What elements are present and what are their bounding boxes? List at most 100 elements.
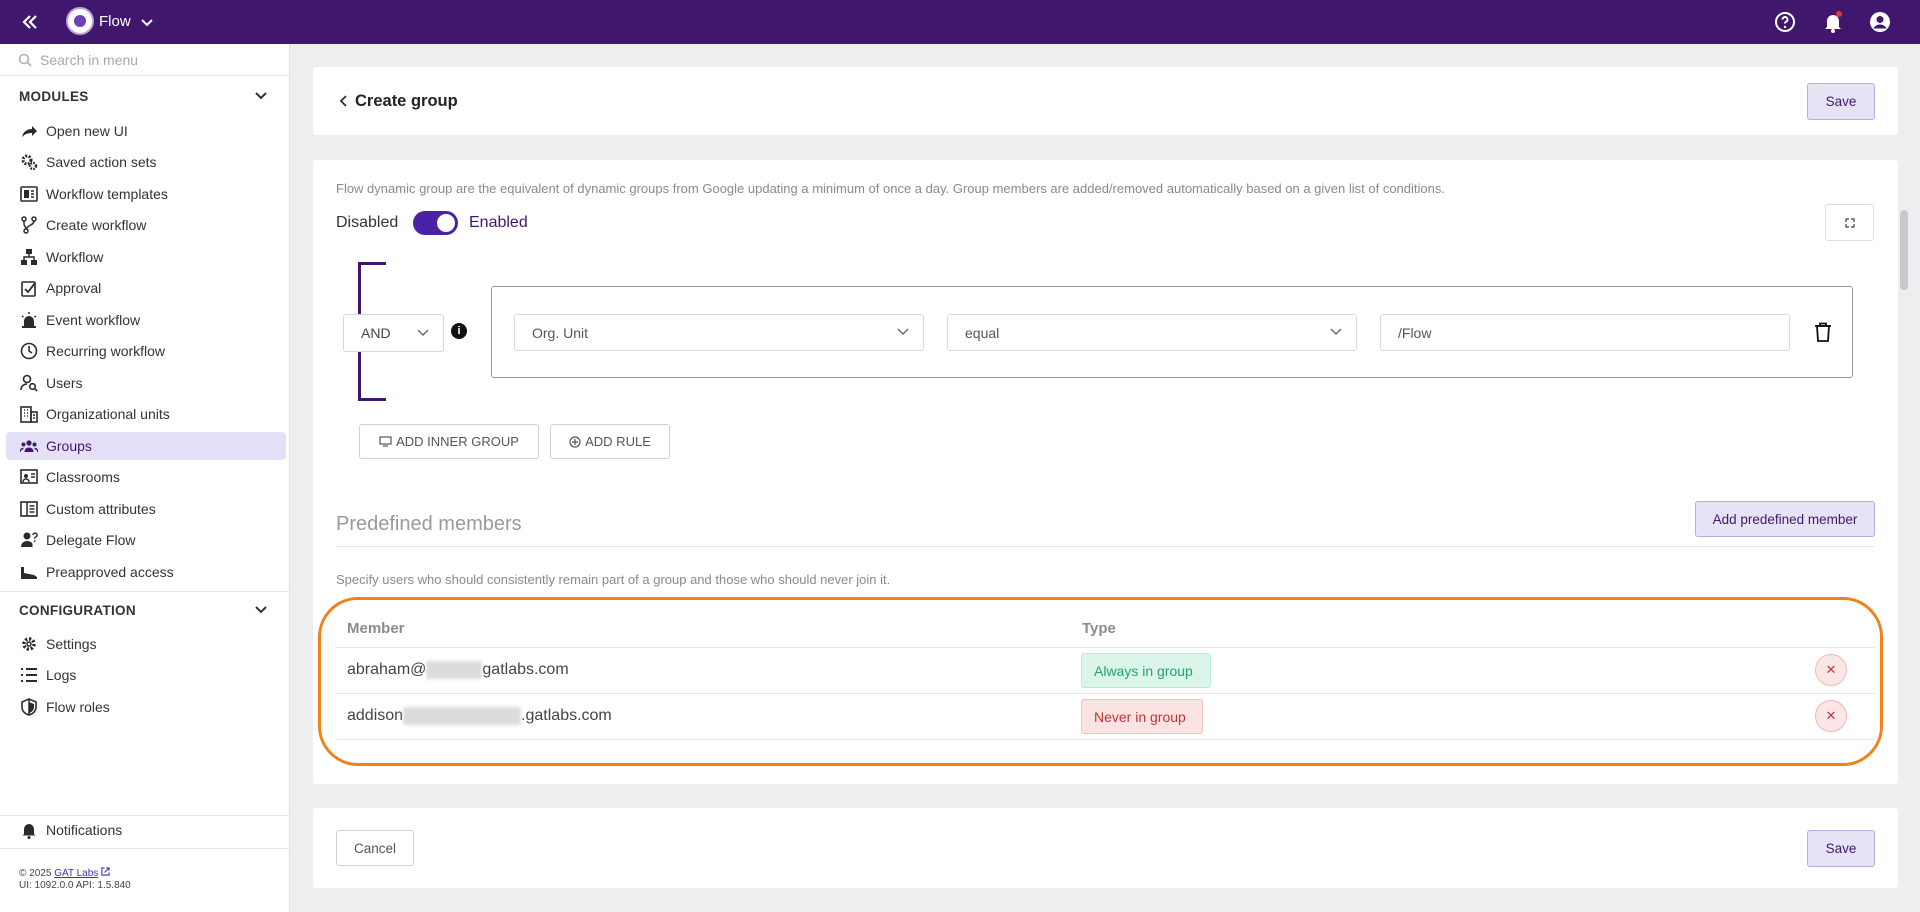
toggle-disabled-label: Disabled <box>336 214 399 231</box>
value-input[interactable]: /Flow <box>1380 314 1790 351</box>
copyright-text: © 2025 <box>19 868 52 879</box>
list-icon <box>21 668 37 682</box>
column-header-member: Member <box>347 620 405 637</box>
footer-card <box>313 808 1898 888</box>
operator-select[interactable]: AND <box>343 314 444 352</box>
rules-description: Flow dynamic group are the equivalent of… <box>336 181 1445 196</box>
chevron-down-icon[interactable] <box>139 12 155 32</box>
chevron-down-icon <box>255 606 267 614</box>
branch-icon <box>21 216 37 234</box>
redacted-block <box>426 661 483 679</box>
sidebar-item-approval[interactable]: Approval <box>6 274 286 302</box>
sidebar-item-label: Notifications <box>46 822 123 838</box>
footer-version: UI: 1092.0.0 API: 1.5.840 <box>19 880 131 891</box>
groups-icon <box>20 440 38 453</box>
add-predefined-member-button[interactable]: Add predefined member <box>1695 501 1875 537</box>
field-select[interactable]: Org. Unit <box>514 314 924 351</box>
sidebar-item-custom-attributes[interactable]: Custom attributes <box>6 495 286 523</box>
operator-value: AND <box>361 325 391 341</box>
modules-section-header[interactable]: MODULES <box>0 80 290 112</box>
sidebar-item-label: Classrooms <box>46 469 120 485</box>
user-search-icon <box>20 374 38 392</box>
sidebar-item-label: Open new UI <box>46 123 128 139</box>
sidebar-item-preapproved-access[interactable]: Preapproved access <box>6 558 286 586</box>
sidebar-item-groups[interactable]: Groups <box>6 432 286 460</box>
trash-icon[interactable] <box>1814 322 1832 342</box>
status-badge: Never in group <box>1081 699 1203 734</box>
chevron-left-icon[interactable] <box>338 94 350 108</box>
sidebar-item-recurring-workflow[interactable]: Recurring workflow <box>6 337 286 365</box>
remove-member-button[interactable]: ✕ <box>1815 654 1847 686</box>
sidebar-item-logs[interactable]: Logs <box>6 661 286 689</box>
member-cell: addison .gatlabs.com <box>347 707 612 725</box>
sidebar-item-label: Groups <box>46 438 92 454</box>
bell-icon[interactable] <box>1821 10 1845 34</box>
configuration-section-header[interactable]: CONFIGURATION <box>0 594 290 626</box>
sidebar-item-workflow-templates[interactable]: Workflow templates <box>6 180 286 208</box>
rules-card <box>313 160 1898 784</box>
sidebar-item-notifications[interactable]: Notifications <box>6 816 286 844</box>
sidebar-search <box>0 44 290 76</box>
sidebar-item-users[interactable]: Users <box>6 369 286 397</box>
predefined-members-title: Predefined members <box>336 513 522 535</box>
enabled-toggle[interactable] <box>413 211 458 235</box>
search-icon <box>18 53 32 67</box>
save-button[interactable]: Save <box>1807 83 1875 120</box>
sidebar-item-label: Create workflow <box>46 217 147 233</box>
hierarchy-icon <box>21 249 37 265</box>
sidebar-item-label: Preapproved access <box>46 564 174 580</box>
condition-select[interactable]: equal <box>947 314 1357 351</box>
member-prefix: addison <box>347 707 404 725</box>
sidebar-item-workflow[interactable]: Workflow <box>6 243 286 271</box>
account-icon[interactable] <box>1868 10 1892 34</box>
sidebar-item-open-new-ui[interactable]: Open new UI <box>6 117 286 145</box>
value-text: /Flow <box>1398 325 1432 341</box>
sidebar-item-label: Recurring workflow <box>46 343 166 359</box>
sidebar-item-event-workflow[interactable]: Event workflow <box>6 306 286 334</box>
sidebar-item-flow-roles[interactable]: Flow roles <box>6 693 286 721</box>
configuration-title: CONFIGURATION <box>19 602 136 618</box>
add-inner-group-button[interactable]: ADD INNER GROUP <box>359 424 539 459</box>
chevron-down-icon <box>417 329 429 336</box>
external-link-icon <box>101 867 110 876</box>
shield-icon <box>21 698 37 716</box>
preapproved-icon <box>21 567 37 579</box>
double-chevron-left-icon[interactable] <box>18 10 42 34</box>
sidebar-item-saved-action-sets[interactable]: Saved action sets <box>6 148 286 176</box>
condition-value: equal <box>965 325 1000 341</box>
modules-title: MODULES <box>19 88 89 104</box>
sidebar-item-classrooms[interactable]: Classrooms <box>6 463 286 491</box>
add-rule-button[interactable]: ADD RULE <box>550 424 670 459</box>
table-divider <box>336 647 1875 648</box>
chevron-down-icon <box>255 92 267 100</box>
divider <box>336 546 1875 547</box>
remove-member-button[interactable]: ✕ <box>1815 700 1847 732</box>
app-name[interactable]: Flow <box>99 13 131 30</box>
save-button[interactable]: Save <box>1807 830 1875 867</box>
sidebar-item-label: Event workflow <box>46 312 141 328</box>
sidebar-item-settings[interactable]: Settings <box>6 630 286 658</box>
member-suffix: gatlabs.com <box>482 661 569 679</box>
status-badge: Always in group <box>1081 653 1211 688</box>
chevron-down-icon <box>1330 328 1342 335</box>
help-icon[interactable] <box>1773 10 1797 34</box>
scrollbar[interactable] <box>1900 210 1908 290</box>
sidebar-item-create-workflow[interactable]: Create workflow <box>6 211 286 239</box>
search-input[interactable] <box>40 50 270 70</box>
table-divider <box>336 739 1875 740</box>
sidebar-item-label: Approval <box>46 280 102 296</box>
flow-logo-icon <box>66 7 94 35</box>
fullscreen-button[interactable] <box>1825 204 1874 241</box>
column-header-type: Type <box>1082 620 1116 637</box>
sidebar-item-delegate-flow[interactable]: Delegate Flow <box>6 526 286 554</box>
chevron-down-icon <box>897 328 909 335</box>
approval-check-icon <box>21 281 36 297</box>
attributes-icon <box>20 501 38 517</box>
sidebar-item-organizational-units[interactable]: Organizational units <box>6 400 286 428</box>
gear-cog-icon <box>21 154 38 171</box>
info-icon[interactable]: i <box>451 323 467 339</box>
gat-labs-link[interactable]: GAT Labs <box>54 868 98 879</box>
template-icon <box>20 186 38 202</box>
sidebar-item-label: Users <box>46 375 83 391</box>
cancel-button[interactable]: Cancel <box>336 830 414 866</box>
